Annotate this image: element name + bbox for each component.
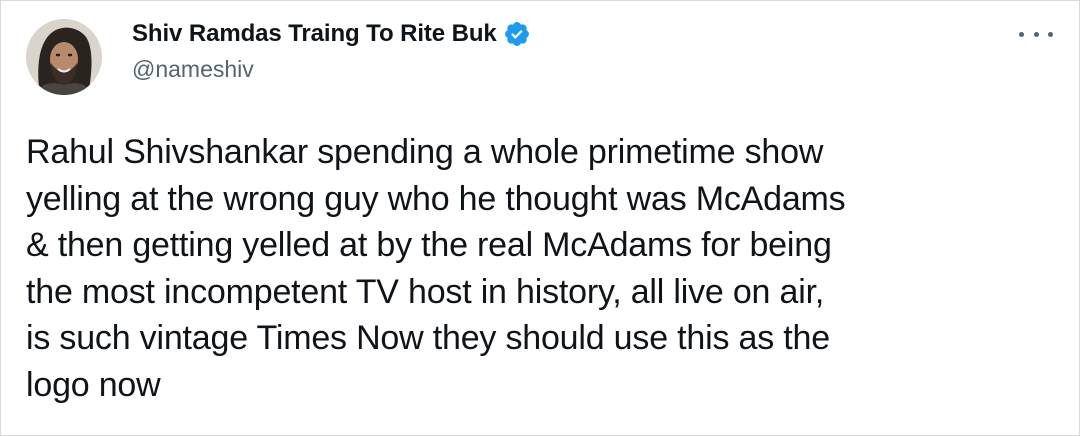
tweet-text-line: yelling at the wrong guy who he thought …	[26, 179, 846, 218]
tweet-text-line: Rahul Shivshankar spending a whole prime…	[26, 133, 824, 171]
tweet-text-line: the most incompetent TV host in history,…	[26, 272, 825, 311]
more-dot	[1048, 31, 1053, 37]
more-dot	[1033, 31, 1039, 37]
tweet-text: Rahul Shivshankar spending a whole prime…	[26, 129, 1056, 408]
tweet-text-line: is such vintage Times Now they should us…	[26, 319, 830, 357]
tweet-card: Shiv Ramdas Traing To Rite Buk @nameshiv…	[0, 0, 1080, 436]
tweet-text-line: & then getting yelled at by the real McA…	[26, 226, 832, 264]
avatar-image	[26, 19, 102, 95]
author-display-name[interactable]: Shiv Ramdas Traing To Rite Buk	[132, 20, 497, 48]
more-options-icon[interactable]	[1019, 21, 1053, 47]
author-avatar[interactable]	[26, 19, 102, 95]
tweet-text-line: logo now	[26, 365, 161, 404]
author-handle[interactable]: @nameshiv	[132, 56, 254, 83]
display-name-row: Shiv Ramdas Traing To Rite Buk	[132, 18, 531, 50]
verified-badge-icon	[503, 20, 531, 48]
more-dot	[1019, 31, 1024, 37]
